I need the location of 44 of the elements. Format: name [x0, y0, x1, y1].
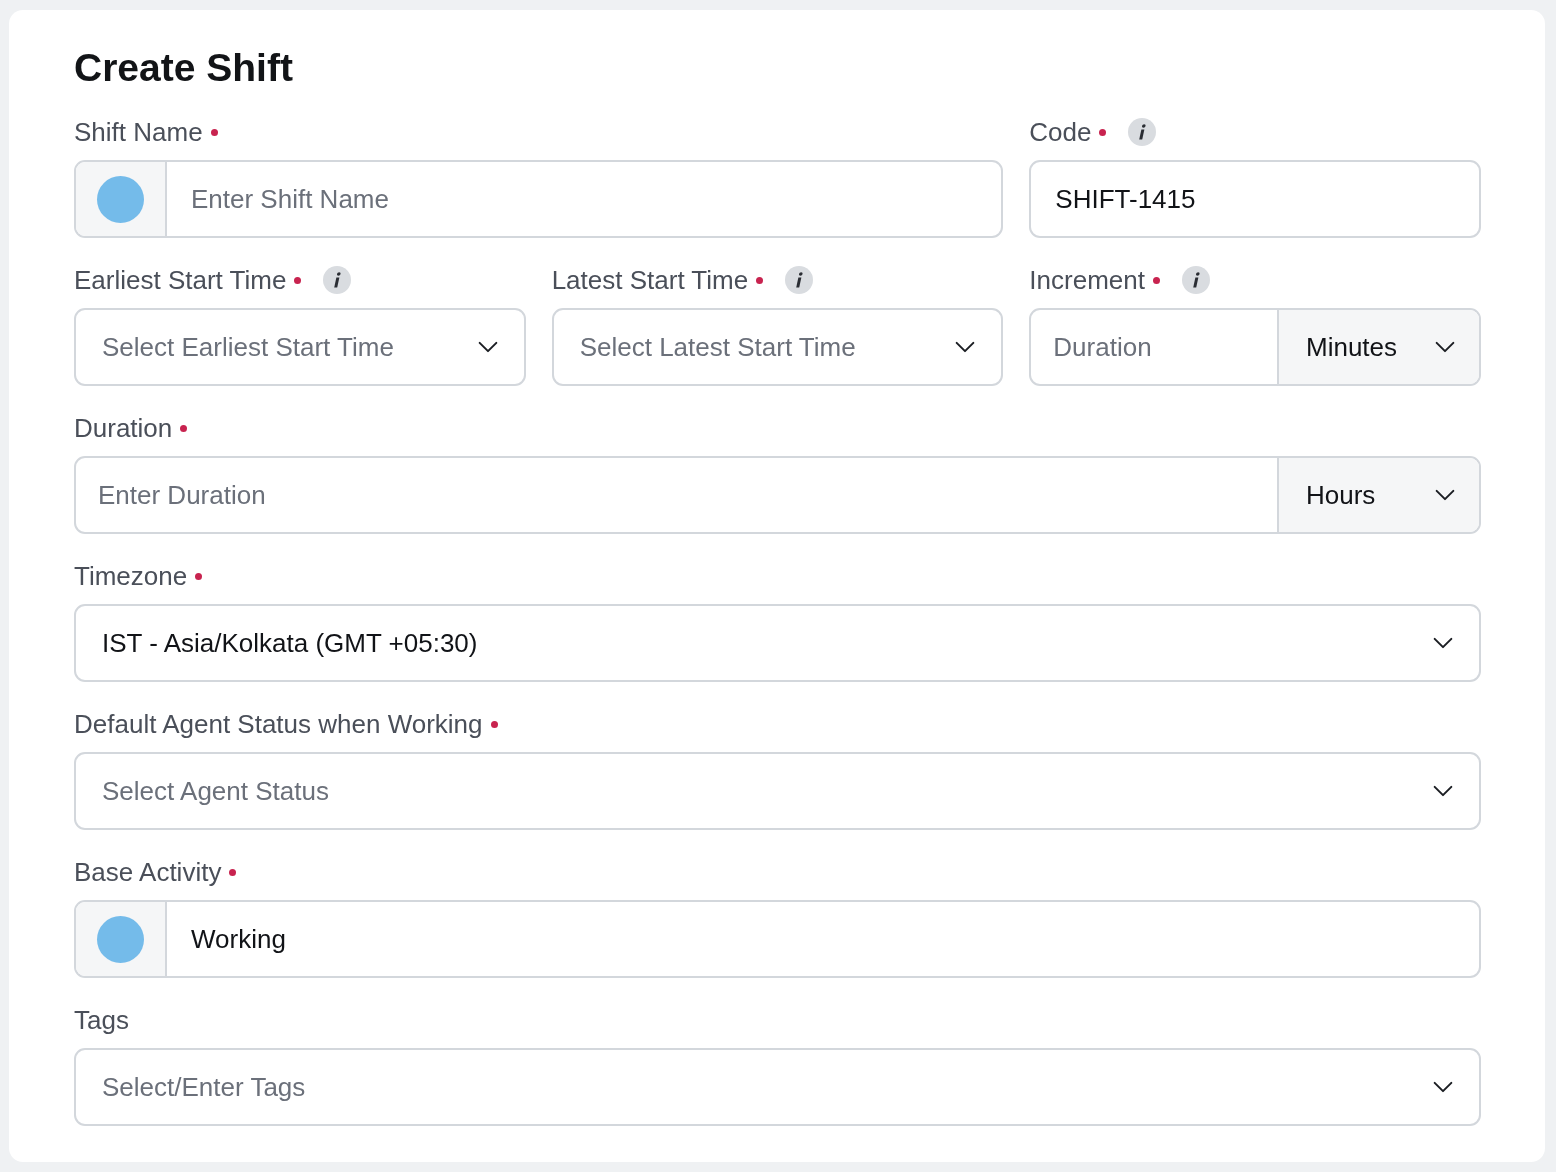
- placeholder-text: Enter Shift Name: [190, 183, 390, 215]
- field-label: Timezone: [74, 560, 188, 592]
- placeholder-text: Duration: [1052, 331, 1153, 363]
- unit-value: Hours: [1306, 479, 1376, 511]
- unit-value: Minutes: [1306, 331, 1398, 363]
- field-label: Default Agent Status when Working: [74, 708, 483, 740]
- field-label: Code: [1029, 116, 1092, 148]
- field-value: IST - Asia/Kolkata (GMT +05:30): [102, 627, 478, 659]
- placeholder-text: Select Agent Status: [102, 775, 329, 807]
- field-value: SHIFT-1415: [1054, 183, 1197, 215]
- field-label: Shift Name: [74, 116, 203, 148]
- color-swatch[interactable]: [97, 175, 144, 223]
- dropdown-field[interactable]: Select Earliest Start Time: [74, 308, 526, 386]
- chevron-down-icon: [1435, 341, 1455, 353]
- form-title: Create Shift: [74, 45, 294, 91]
- placeholder-text: Select Latest Start Time: [579, 331, 856, 363]
- dropdown-field[interactable]: Select Latest Start Time: [551, 308, 1004, 386]
- field-label: Increment: [1029, 264, 1145, 296]
- field-label: Earliest Start Time: [74, 264, 287, 296]
- field-label: Tags: [74, 1004, 129, 1036]
- field-value: Working: [190, 923, 287, 955]
- chevron-down-icon: [1433, 785, 1453, 797]
- input-field[interactable]: Enter Shift Name: [74, 160, 1004, 238]
- chevron-down-icon: [477, 341, 498, 353]
- input-field[interactable]: Enter Duration Hours: [74, 456, 1481, 534]
- color-swatch[interactable]: [97, 915, 144, 963]
- input-field[interactable]: Duration Minutes: [1029, 308, 1481, 386]
- input-field[interactable]: Working: [74, 900, 1481, 978]
- field-label: Latest Start Time: [551, 264, 749, 296]
- field-label: Base Activity: [74, 856, 222, 888]
- dropdown-field[interactable]: IST - Asia/Kolkata (GMT +05:30): [74, 604, 1481, 682]
- placeholder-text: Select Earliest Start Time: [102, 331, 394, 363]
- chevron-down-icon: [1435, 489, 1455, 501]
- placeholder-text: Enter Duration: [97, 479, 267, 511]
- field-label: Duration: [74, 412, 173, 444]
- unit-dropdown[interactable]: Minutes: [1277, 310, 1479, 384]
- chevron-down-icon: [1433, 637, 1453, 649]
- dropdown-field[interactable]: Select/Enter Tags: [74, 1048, 1481, 1126]
- chevron-down-icon: [955, 341, 976, 353]
- input-field[interactable]: SHIFT-1415: [1029, 160, 1481, 238]
- unit-dropdown[interactable]: Hours: [1277, 458, 1479, 532]
- placeholder-text: Select/Enter Tags: [102, 1071, 306, 1103]
- dropdown-field[interactable]: Select Agent Status: [74, 752, 1481, 830]
- chevron-down-icon: [1433, 1081, 1453, 1093]
